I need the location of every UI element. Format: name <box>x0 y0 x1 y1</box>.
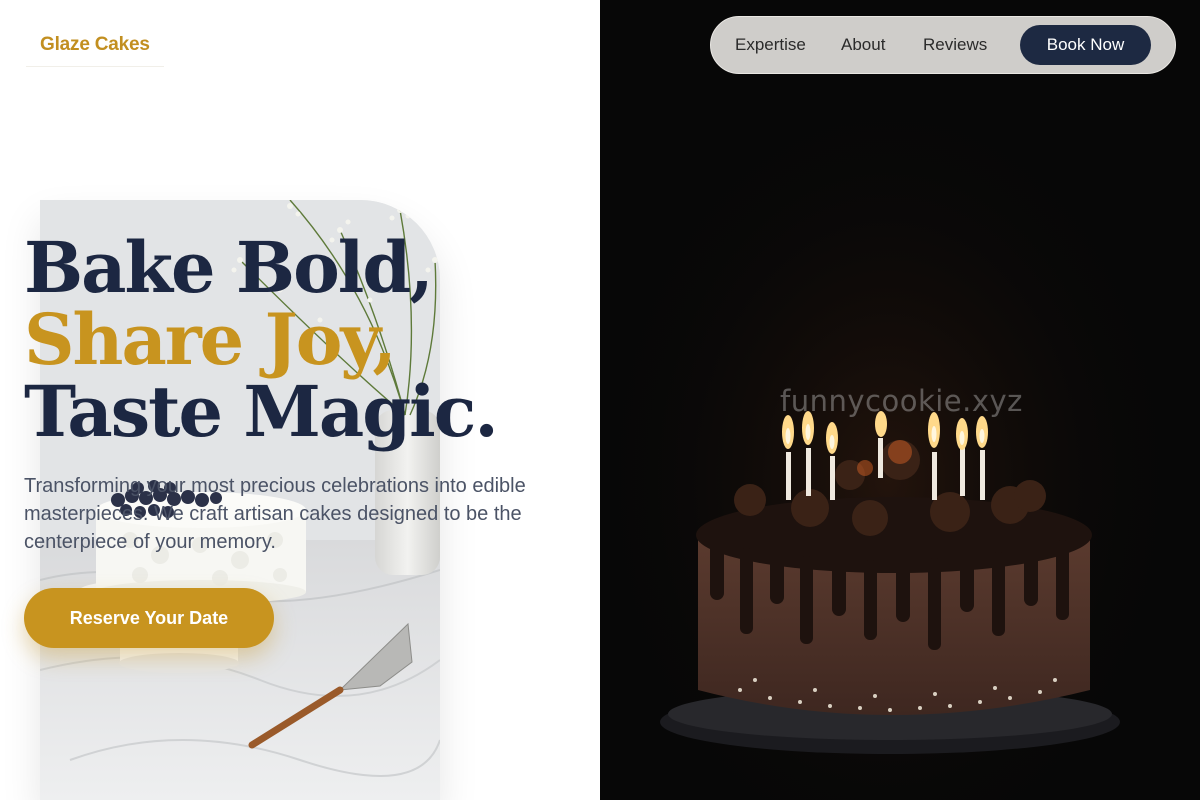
left-panel: Glaze Cakes Bake Bold, Share Joy, Taste … <box>0 0 600 800</box>
hero-title: Bake Bold, Share Joy, Taste Magic. <box>24 226 499 453</box>
right-panel: funnycookie.xyz <box>600 0 1200 800</box>
hero-description: Transforming your most precious celebrat… <box>24 475 526 553</box>
nav-link-about[interactable]: About <box>841 35 885 55</box>
hero-title-line-1: Bake Bold, <box>24 226 434 309</box>
hero-title-line-2: Share Joy, <box>24 298 397 381</box>
watermark-text: funnycookie.xyz <box>780 384 1023 418</box>
reserve-date-button[interactable]: Reserve Your Date <box>24 588 274 648</box>
nav-link-expertise[interactable]: Expertise <box>735 35 806 55</box>
hero-title-line-3: Taste Magic. <box>24 370 499 453</box>
brand-logo[interactable]: Glaze Cakes <box>26 26 164 67</box>
top-navigation: Expertise About Reviews Book Now <box>710 16 1176 74</box>
book-now-button[interactable]: Book Now <box>1020 25 1151 65</box>
nav-link-reviews[interactable]: Reviews <box>923 35 987 55</box>
